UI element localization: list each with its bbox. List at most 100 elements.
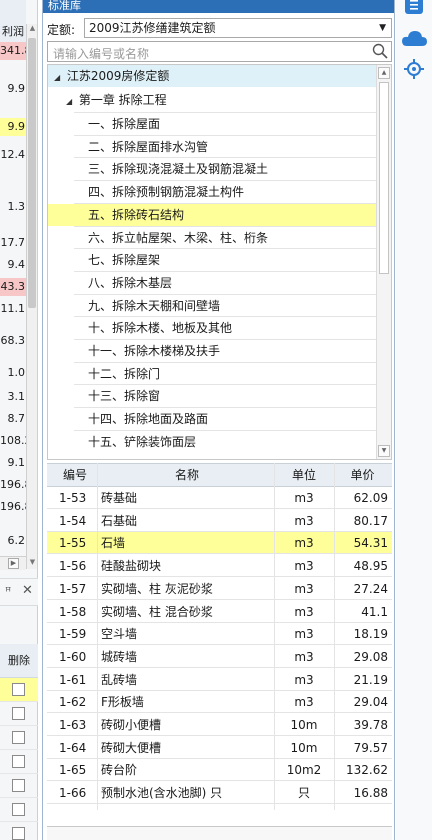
table-row[interactable]: 1-54 石基础 m3 80.17: [47, 510, 392, 532]
delete-checkbox[interactable]: [12, 779, 25, 792]
delete-row: [0, 798, 38, 822]
left-value-cell[interactable]: 341.8: [0, 42, 26, 60]
scroll-up-icon[interactable]: ▲: [378, 67, 390, 79]
profit-column-header: 利润: [0, 0, 26, 42]
delete-checkbox[interactable]: [12, 731, 25, 744]
scroll-down-icon[interactable]: ▼: [378, 445, 390, 457]
table-row[interactable]: 1-65 砖台阶 10m2 132.62: [47, 759, 392, 782]
tree-chapter-node[interactable]: ◢ 第一章 拆除工程: [48, 89, 376, 111]
tree-section-node[interactable]: 十、拆除木楼、地板及其他: [48, 317, 376, 339]
left-value-cell[interactable]: 68.3: [0, 332, 26, 350]
left-value-cell[interactable]: 1.3: [0, 198, 26, 216]
tree-section-node[interactable]: 十一、拆除木楼梯及扶手: [48, 340, 376, 362]
column-header-code[interactable]: 编号: [55, 464, 95, 486]
tree-section-node[interactable]: 八、拆除木基层: [48, 272, 376, 294]
table-row[interactable]: 1-62 F形板墙 m3 29.04: [47, 691, 392, 714]
delete-row: [0, 678, 38, 702]
table-row[interactable]: 1-60 城砖墙 m3 29.08: [47, 646, 392, 668]
left-value-cell[interactable]: 3.1: [0, 388, 26, 406]
tree-section-node[interactable]: 二、拆除屋面排水沟管: [48, 136, 376, 158]
tree-root-node[interactable]: ◢ 江苏2009房修定额: [48, 65, 376, 87]
left-value-cell[interactable]: 9.1: [0, 454, 26, 472]
left-horizontal-scrollbar[interactable]: ▶: [0, 556, 26, 570]
chapter-tree[interactable]: ◢ 江苏2009房修定额 ◢ 第一章 拆除工程 一、拆除屋面 二、拆除屋面排水沟管…: [47, 64, 392, 460]
table-row[interactable]: 1-64 砖砌大便槽 10m 79.57: [47, 737, 392, 759]
delete-checkbox[interactable]: [12, 827, 25, 840]
delete-checkbox[interactable]: [12, 803, 25, 816]
table-row[interactable]: 1-53 砖基础 m3 62.09: [47, 487, 392, 509]
left-value-cell[interactable]: 9.4: [0, 256, 26, 274]
search-input[interactable]: 请输入编号或名称: [47, 41, 392, 62]
delete-checkbox[interactable]: [12, 683, 25, 696]
row-unit-cell: 只: [297, 786, 310, 801]
tree-section-node[interactable]: 十四、拆除地面及路面: [48, 408, 376, 430]
target-icon[interactable]: [400, 58, 428, 80]
expand-triangle-icon[interactable]: ◢: [66, 91, 75, 113]
table-row[interactable]: 1-63 砖砌小便槽 10m 39.78: [47, 714, 392, 736]
row-unit-cell: m3: [294, 581, 314, 596]
row-code-cell: 1-59: [59, 627, 87, 642]
expand-triangle-icon[interactable]: ◢: [54, 67, 63, 89]
table-row[interactable]: 1-58 实砌墙、柱 混合砂浆 m3 41.1: [47, 601, 392, 623]
tree-section-node[interactable]: 九、拆除木天棚和间壁墙: [48, 295, 376, 317]
dropdown-arrow-icon[interactable]: ▼: [379, 19, 386, 37]
tree-scrollbar[interactable]: ▲ ▼: [376, 65, 391, 459]
scroll-up-icon[interactable]: ▲: [27, 24, 38, 35]
tree-section-node[interactable]: 十三、拆除窗: [48, 385, 376, 407]
row-unit-cell: m3: [294, 513, 314, 528]
document-icon[interactable]: [400, 0, 428, 16]
left-vertical-scrollbar[interactable]: ▲ ▼: [26, 24, 37, 569]
left-value-cell[interactable]: 43.3: [0, 278, 26, 296]
delete-checkbox[interactable]: [12, 707, 25, 720]
column-divider: [334, 463, 335, 810]
bottom-scrollbar[interactable]: [47, 826, 392, 840]
close-icon[interactable]: ✕: [22, 583, 33, 598]
left-value-cell[interactable]: 108.2: [0, 432, 26, 450]
column-header-unit[interactable]: 单位: [275, 464, 333, 486]
tree-section-node[interactable]: 五、拆除砖石结构: [48, 203, 376, 226]
left-value-cell[interactable]: 11.1: [0, 300, 26, 318]
scroll-thumb[interactable]: [28, 38, 36, 308]
row-unit-cell: m3: [294, 536, 314, 551]
left-value-cell[interactable]: 9.9: [0, 80, 26, 98]
panel-title: 标准库: [43, 0, 394, 13]
table-row[interactable]: 1-59 空斗墙 m3 18.19: [47, 623, 392, 646]
left-value-cell[interactable]: 196.8: [0, 476, 26, 494]
tree-section-node[interactable]: 六、拆立帖屋架、木梁、柱、桁条: [48, 227, 376, 249]
quota-select-value: 2009江苏修缮建筑定额: [89, 21, 216, 35]
cloud-icon[interactable]: [400, 28, 428, 50]
table-row[interactable]: 1-61 乱砖墙 m3 21.19: [47, 669, 392, 691]
tree-section-node[interactable]: 十五、铲除装饰面层: [48, 431, 376, 453]
left-value-cell[interactable]: 1.0: [0, 364, 26, 382]
pane-header: ꟸ ✕: [0, 578, 38, 606]
tree-chapter-label: 第一章 拆除工程: [78, 93, 167, 107]
tree-section-node[interactable]: 四、拆除预制钢筋混凝土构件: [48, 181, 376, 203]
table-row[interactable]: 1-55 石墙 m3 54.31: [47, 532, 392, 555]
table-row[interactable]: 1-66 预制水池(含水池脚) 只 只 16.88: [47, 782, 392, 805]
row-code-cell: 1-66: [59, 786, 87, 801]
table-row[interactable]: 1-57 实砌墙、柱 灰泥砂浆 m3 27.24: [47, 578, 392, 600]
pin-icon[interactable]: ꟸ: [5, 585, 11, 598]
scroll-thumb[interactable]: [379, 82, 389, 274]
column-header-price[interactable]: 单价: [335, 464, 390, 486]
row-price-cell: 39.78: [353, 718, 388, 732]
left-value-cell[interactable]: 6.2: [0, 532, 26, 550]
left-value-cell[interactable]: 8.7: [0, 410, 26, 428]
left-value-cell[interactable]: 12.4: [0, 146, 26, 164]
scroll-down-icon[interactable]: ▼: [27, 558, 38, 569]
tree-section-node[interactable]: 一、拆除屋面: [48, 113, 376, 135]
tree-section-node[interactable]: 三、拆除现浇混凝土及钢筋混凝土: [48, 158, 376, 180]
scroll-right-icon[interactable]: ▶: [8, 558, 19, 569]
left-value-cell[interactable]: 196.8: [0, 498, 26, 516]
table-row[interactable]: 1-56 硅酸盐砌块 m3 48.95: [47, 555, 392, 578]
quota-select[interactable]: 2009江苏修缮建筑定额 ▼: [84, 18, 392, 38]
search-icon[interactable]: [372, 43, 388, 59]
delete-checkbox[interactable]: [12, 755, 25, 768]
delete-column-header: 删除: [0, 644, 38, 678]
left-value-cell[interactable]: 9.9: [0, 118, 26, 136]
left-value-cell[interactable]: 17.7: [0, 234, 26, 252]
row-name-cell: 实砌墙、柱 混合砂浆: [101, 604, 213, 619]
tree-section-node[interactable]: 十二、拆除门: [48, 363, 376, 385]
tree-section-node[interactable]: 七、拆除屋架: [48, 249, 376, 271]
column-header-name[interactable]: 名称: [101, 464, 273, 486]
